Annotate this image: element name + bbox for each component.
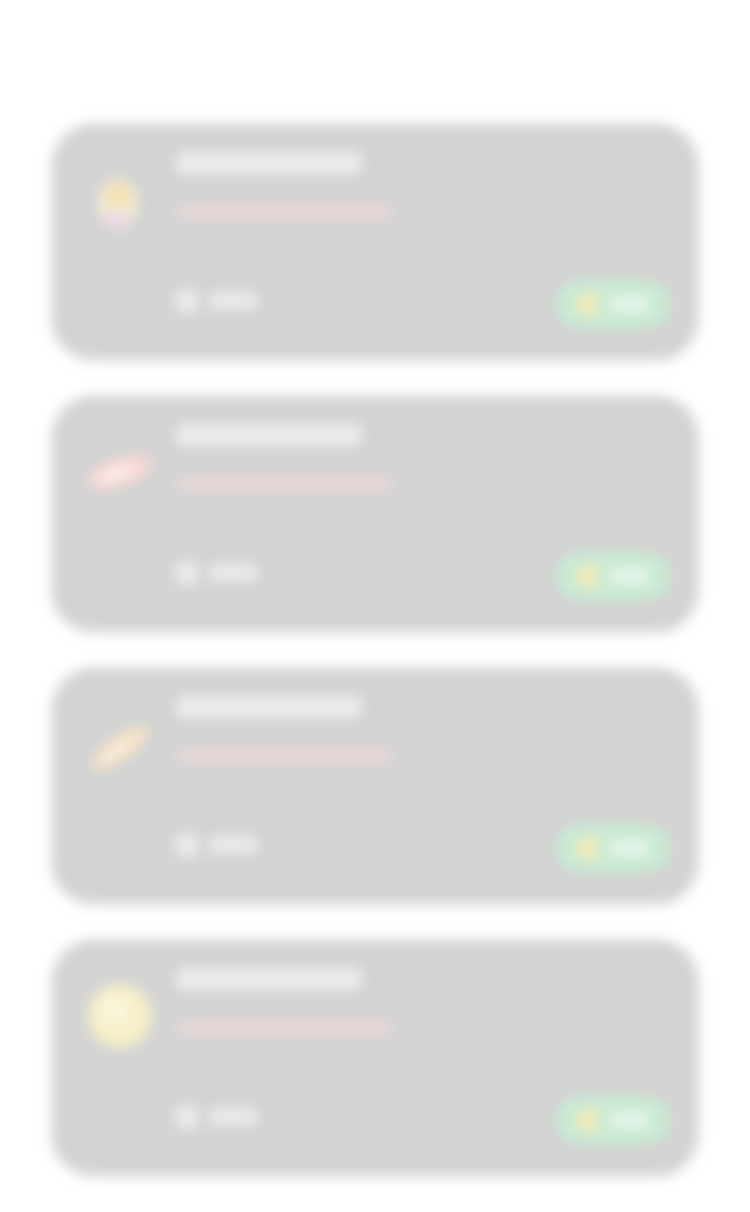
coin-icon — [576, 564, 600, 588]
card-meta-text — [208, 1109, 258, 1125]
card-title — [176, 152, 362, 174]
clock-icon — [176, 290, 198, 312]
clock-icon — [176, 562, 198, 584]
coin-icon — [576, 836, 600, 860]
list-item-card[interactable] — [52, 124, 698, 360]
card-title — [176, 968, 362, 990]
card-meta-text — [208, 565, 258, 581]
price-badge-text — [610, 568, 650, 584]
price-badge-text — [610, 296, 650, 312]
card-meta — [176, 834, 258, 856]
price-badge[interactable] — [556, 824, 670, 872]
card-title — [176, 424, 362, 446]
blurred-page — [0, 0, 750, 1200]
card-subtitle — [176, 204, 392, 220]
card-meta-text — [208, 837, 258, 853]
card-title — [176, 696, 362, 718]
cookie-icon — [88, 984, 152, 1048]
cup-icon — [98, 178, 138, 230]
coin-icon — [576, 1108, 600, 1132]
price-badge[interactable] — [556, 280, 670, 328]
card-subtitle — [176, 1020, 392, 1036]
price-badge-text — [610, 840, 650, 856]
list-item-card[interactable] — [52, 940, 698, 1176]
card-subtitle — [176, 476, 392, 492]
coin-icon — [576, 292, 600, 316]
card-meta — [176, 562, 258, 584]
bread-icon — [87, 455, 153, 489]
card-subtitle — [176, 748, 392, 764]
baguette-icon — [91, 726, 149, 770]
price-badge[interactable] — [556, 1096, 670, 1144]
list-item-card[interactable] — [52, 396, 698, 632]
card-meta — [176, 290, 258, 312]
clock-icon — [176, 834, 198, 856]
card-list — [52, 124, 698, 1212]
clock-icon — [176, 1106, 198, 1128]
price-badge-text — [610, 1112, 650, 1128]
price-badge[interactable] — [556, 552, 670, 600]
card-meta — [176, 1106, 258, 1128]
card-meta-text — [208, 293, 258, 309]
list-item-card[interactable] — [52, 668, 698, 904]
